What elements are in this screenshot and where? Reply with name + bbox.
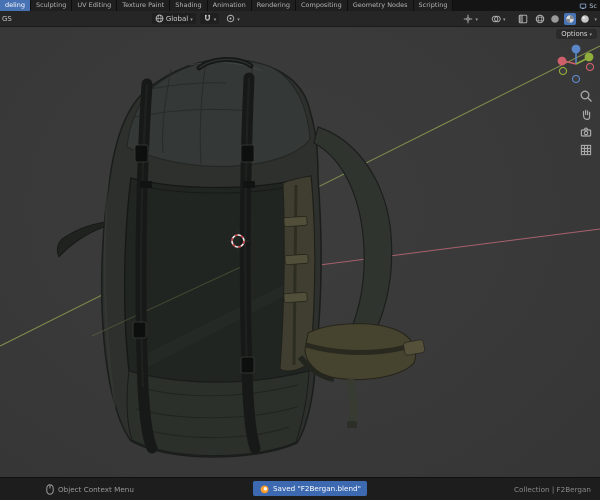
tab-sculpting[interactable]: Sculpting bbox=[30, 0, 73, 11]
hand-icon bbox=[582, 109, 591, 121]
tab-scripting[interactable]: Scripting bbox=[413, 0, 454, 11]
viewport-scene bbox=[0, 45, 600, 458]
globe-icon bbox=[155, 14, 164, 23]
mouse-icon bbox=[46, 483, 54, 495]
status-hint-label: Object Context Menu bbox=[58, 484, 134, 494]
blender-window: deling Sculpting UV Editing Texture Pain… bbox=[0, 0, 600, 500]
chevron-down-icon bbox=[190, 15, 193, 23]
orientation-label: Global bbox=[165, 14, 189, 23]
gizmo-icon bbox=[464, 14, 473, 23]
shading-wireframe-button[interactable] bbox=[534, 13, 546, 25]
chevron-down-icon bbox=[594, 15, 597, 23]
camera-icon bbox=[580, 127, 592, 137]
status-bar: Object Context Menu Saved "F2Bergan.blen… bbox=[0, 477, 600, 500]
xray-toggle[interactable] bbox=[515, 13, 531, 25]
shading-rendered-button[interactable] bbox=[579, 13, 591, 25]
backpack-waist-pouch bbox=[297, 323, 425, 428]
shading-material-button[interactable] bbox=[564, 12, 577, 25]
header-right-controls bbox=[456, 12, 600, 25]
3d-viewport[interactable]: Options bbox=[0, 27, 600, 478]
circle-dot-icon bbox=[227, 14, 235, 23]
grid-icon bbox=[580, 144, 592, 156]
save-notification[interactable]: Saved "F2Bergan.blend" bbox=[253, 481, 367, 496]
tab-rendering[interactable]: Rendering bbox=[251, 0, 296, 11]
scene-icon bbox=[580, 3, 587, 9]
workspace-tabbar: deling Sculpting UV Editing Texture Pain… bbox=[0, 0, 600, 11]
gizmo-axis-z-neg[interactable] bbox=[571, 74, 581, 84]
scene-name: Sc bbox=[589, 1, 597, 10]
chevron-down-icon bbox=[237, 15, 240, 23]
gizmo-axis-x[interactable] bbox=[557, 56, 567, 66]
ortho-toggle-button[interactable] bbox=[579, 143, 593, 157]
navigation-gizmo[interactable] bbox=[554, 42, 598, 86]
solid-sphere-icon bbox=[551, 14, 560, 23]
tab-modeling[interactable]: deling bbox=[0, 0, 31, 11]
chevron-down-icon bbox=[589, 30, 592, 38]
scene-selector[interactable]: Sc bbox=[576, 0, 600, 11]
viewport-header: GS Global bbox=[0, 11, 600, 27]
material-sphere-icon bbox=[566, 14, 575, 23]
options-label: Options bbox=[561, 30, 588, 38]
backpack-left-strap bbox=[56, 221, 106, 258]
backpack-lid bbox=[126, 57, 311, 167]
blender-logo-icon bbox=[260, 485, 269, 493]
status-scene-info: Collection | F2Bergan bbox=[514, 478, 600, 500]
shading-solid-button[interactable] bbox=[549, 13, 561, 25]
wireframe-sphere-icon bbox=[536, 14, 545, 23]
proportional-editing-toggle[interactable] bbox=[223, 13, 243, 24]
tabbar-spacer bbox=[453, 0, 577, 11]
magnifier-icon bbox=[580, 90, 592, 102]
tab-shading[interactable]: Shading bbox=[170, 0, 208, 11]
gizmo-axis-y[interactable] bbox=[584, 52, 594, 62]
backpack-model[interactable] bbox=[56, 57, 425, 458]
header-cropped-text: GS bbox=[2, 14, 12, 23]
status-context-hint: Object Context Menu bbox=[46, 478, 134, 500]
chevron-down-icon bbox=[475, 15, 478, 23]
gizmo-axis-x-neg[interactable] bbox=[585, 62, 595, 72]
save-notification-text: Saved "F2Bergan.blend" bbox=[273, 484, 361, 493]
pan-button[interactable] bbox=[579, 107, 593, 121]
tab-animation[interactable]: Animation bbox=[207, 0, 252, 11]
tab-uv-editing[interactable]: UV Editing bbox=[72, 0, 118, 11]
gizmo-axis-y-neg[interactable] bbox=[558, 66, 568, 76]
magnet-icon bbox=[204, 14, 210, 21]
gizmo-toggle[interactable] bbox=[460, 13, 481, 25]
gizmo-axis-z[interactable] bbox=[571, 44, 581, 54]
tab-compositing[interactable]: Compositing bbox=[295, 0, 348, 11]
overlays-toggle[interactable] bbox=[488, 13, 509, 25]
options-dropdown[interactable]: Options bbox=[556, 29, 597, 39]
camera-view-button[interactable] bbox=[579, 125, 593, 139]
status-scene-info-text: Collection | F2Bergan bbox=[514, 484, 591, 494]
zoom-button[interactable] bbox=[579, 89, 593, 103]
viewport-tool-column bbox=[579, 89, 593, 157]
tab-texture-paint[interactable]: Texture Paint bbox=[117, 0, 171, 11]
chevron-down-icon bbox=[214, 15, 217, 23]
tab-geometry-nodes[interactable]: Geometry Nodes bbox=[347, 0, 414, 11]
overlays-icon bbox=[491, 15, 501, 22]
snap-dropdown[interactable] bbox=[199, 13, 220, 24]
xray-icon bbox=[519, 14, 528, 23]
transform-orientation-dropdown[interactable]: Global bbox=[151, 13, 196, 24]
rendered-sphere-icon bbox=[581, 14, 590, 23]
chevron-down-icon bbox=[503, 15, 506, 23]
